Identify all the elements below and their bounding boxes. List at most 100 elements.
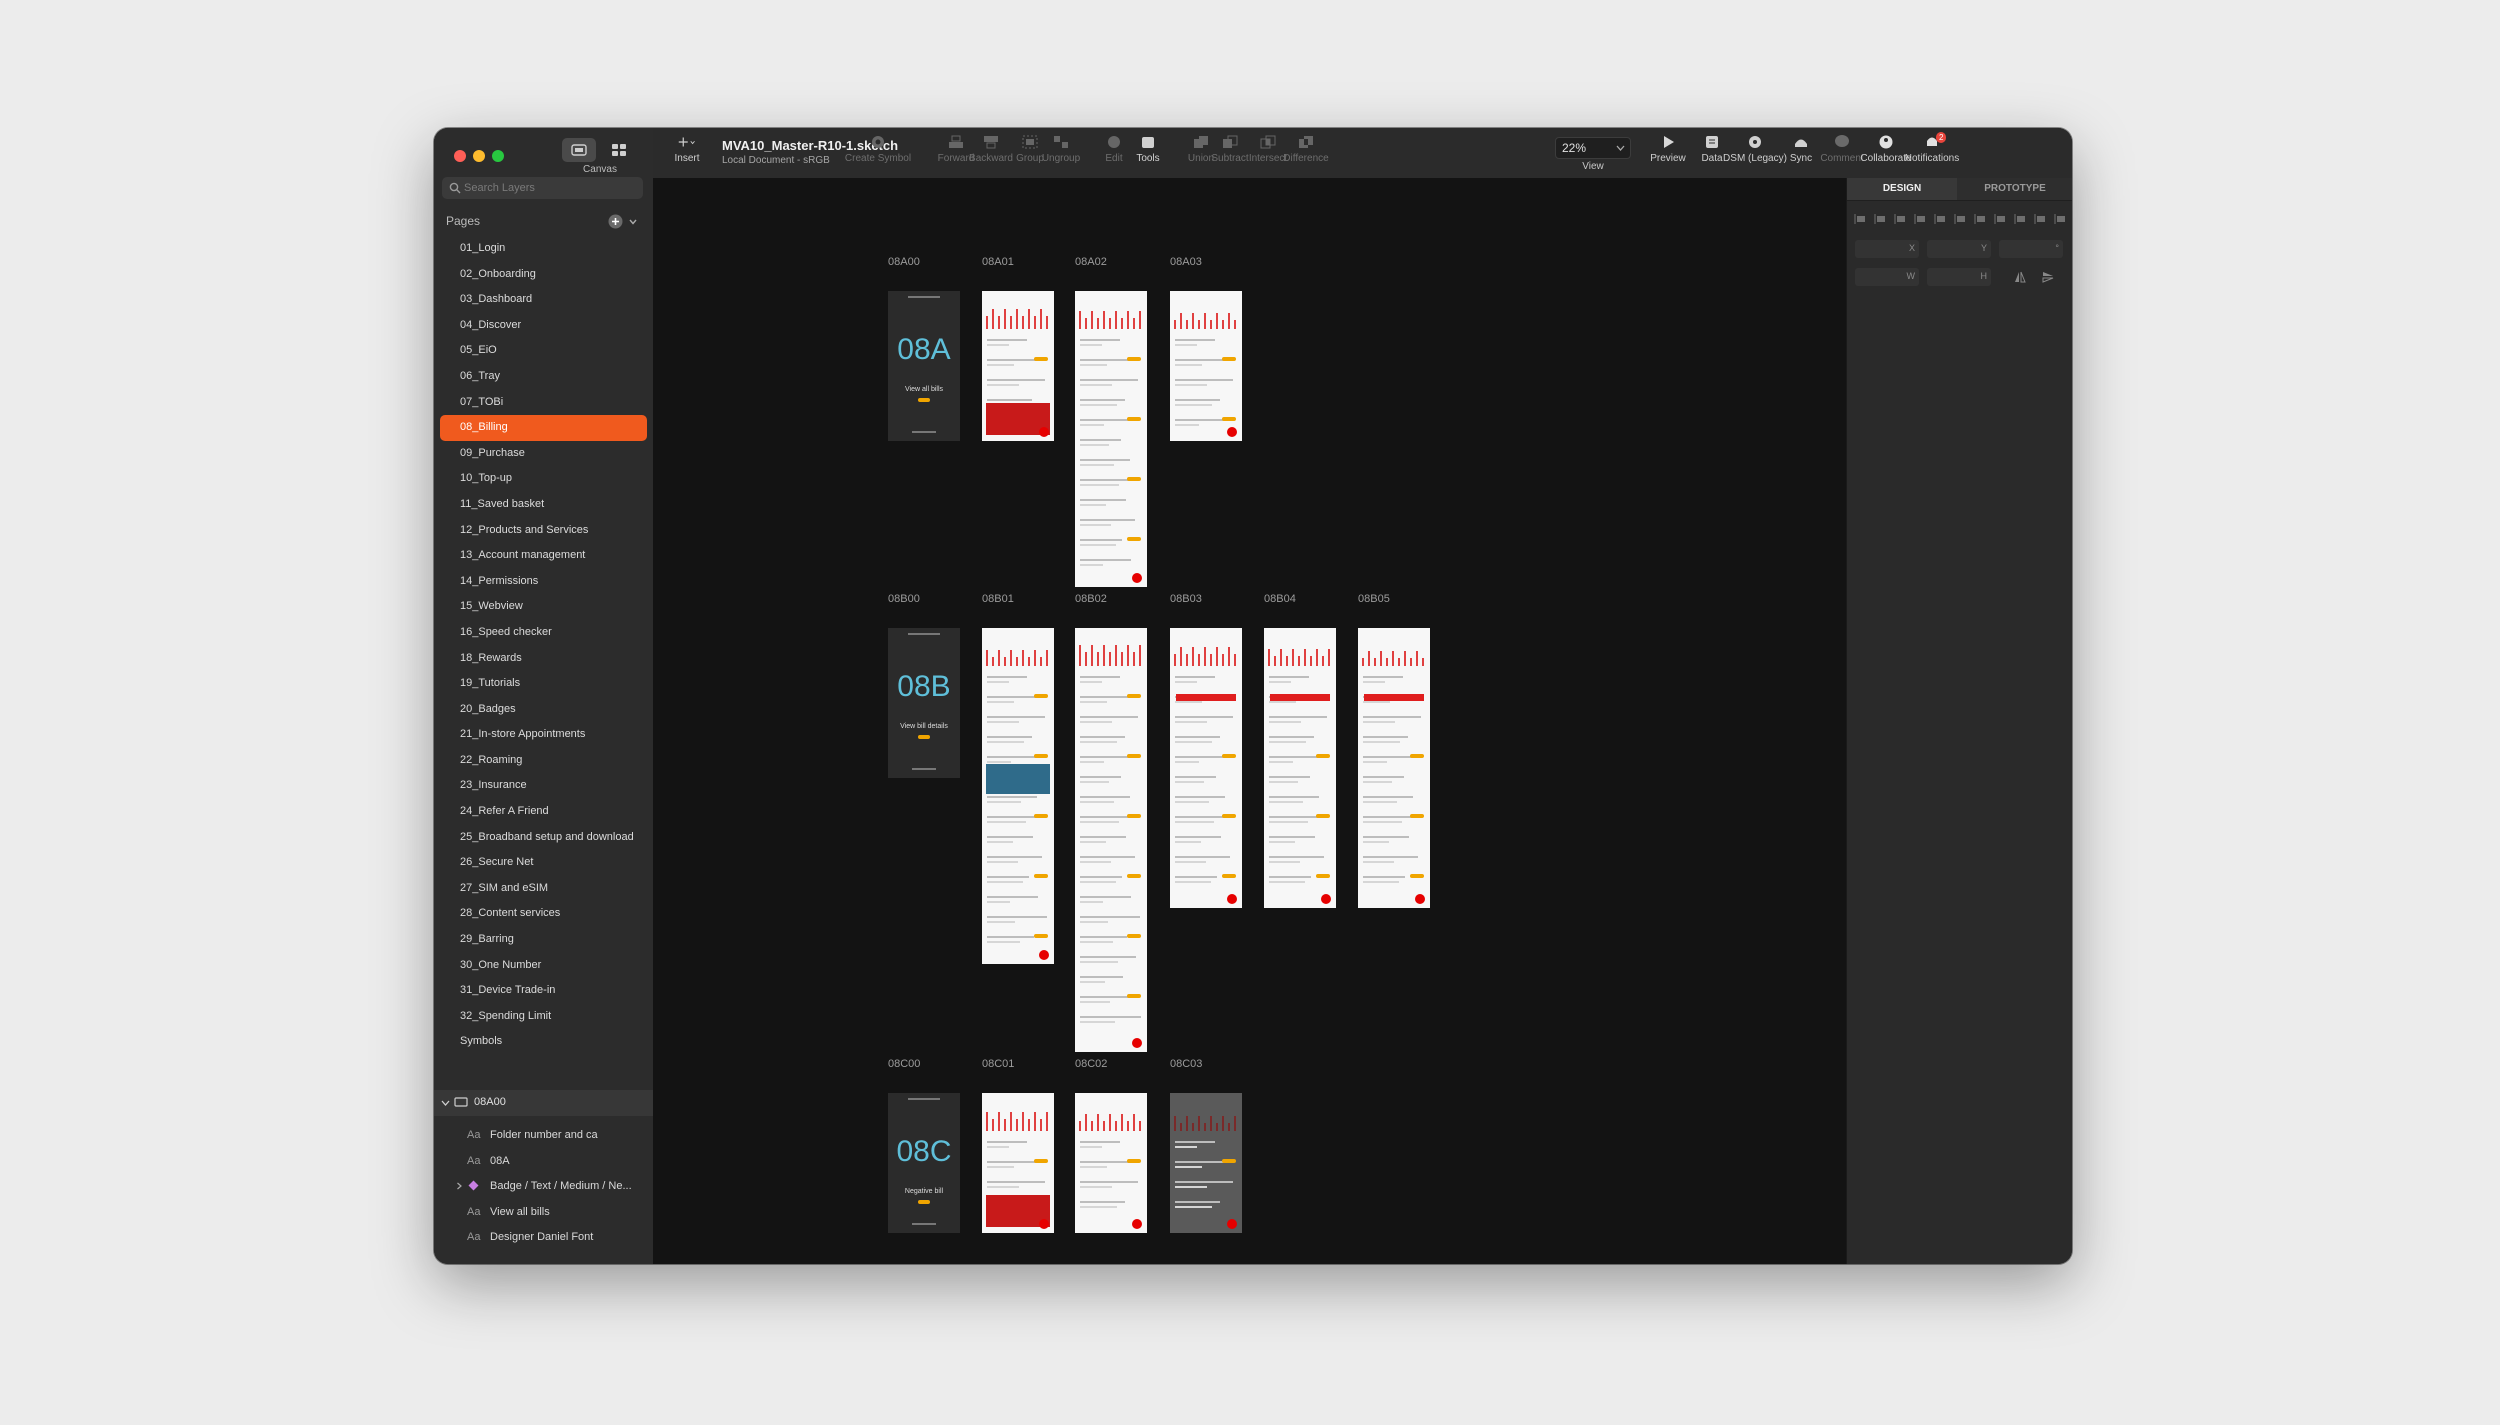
page-item[interactable]: 12_Products and Services (440, 518, 647, 544)
h-field[interactable]: H (1927, 268, 1991, 286)
search-layers-input[interactable]: Search Layers (442, 177, 643, 199)
page-item[interactable]: 13_Account management (440, 543, 647, 569)
artboard-label[interactable]: 08A02 (1075, 256, 1107, 268)
layers-artboard-header[interactable]: 08A00 (434, 1090, 653, 1116)
page-item[interactable]: 28_Content services (440, 901, 647, 927)
align-icon[interactable] (1873, 212, 1887, 226)
align-icon[interactable] (1993, 212, 2007, 226)
y-field[interactable]: Y (1927, 240, 1991, 258)
layer-row[interactable]: Aa Designer Daniel Font (434, 1226, 653, 1250)
insert-button[interactable]: Insert (667, 134, 707, 164)
page-item[interactable]: 10_Top-up (440, 466, 647, 492)
add-page-icon[interactable] (608, 214, 623, 229)
create-symbol-button[interactable]: Create Symbol (842, 134, 914, 164)
page-item[interactable]: 19_Tutorials (440, 671, 647, 697)
close-window-button[interactable] (454, 150, 466, 162)
canvas-toggle[interactable]: Canvas (562, 138, 646, 178)
artboard-label[interactable]: 08B01 (982, 593, 1014, 605)
align-icon[interactable] (2053, 212, 2067, 226)
w-field[interactable]: W (1855, 268, 1919, 286)
align-icon[interactable] (1893, 212, 1907, 226)
page-item[interactable]: 20_Badges (440, 697, 647, 723)
zoom-window-button[interactable] (492, 150, 504, 162)
artboard[interactable] (1264, 628, 1336, 908)
align-icon[interactable] (1853, 212, 1867, 226)
artboard-label[interactable]: 08A00 (888, 256, 920, 268)
flip-horizontal-icon[interactable] (2013, 270, 2027, 284)
tab-design[interactable]: DESIGN (1847, 178, 1957, 200)
page-item[interactable]: 03_Dashboard (440, 287, 647, 313)
layer-row[interactable]: Aa 08A (434, 1150, 653, 1174)
artboard[interactable]: 08C Negative bill (888, 1093, 960, 1233)
artboard[interactable] (1170, 628, 1242, 908)
notifications-button[interactable]: 2 Notifications (1900, 132, 1964, 164)
artboard-label[interactable]: 08B02 (1075, 593, 1107, 605)
page-item[interactable]: 32_Spending Limit (440, 1004, 647, 1030)
page-item[interactable]: 21_In-store Appointments (440, 722, 647, 748)
artboard-label[interactable]: 08C01 (982, 1058, 1014, 1070)
page-item[interactable]: 25_Broadband setup and download (440, 825, 647, 851)
artboard[interactable] (982, 291, 1054, 441)
page-item[interactable]: Symbols (440, 1029, 647, 1055)
page-item[interactable]: 08_Billing (440, 415, 647, 441)
artboard-label[interactable]: 08C03 (1170, 1058, 1202, 1070)
artboard[interactable] (1358, 628, 1430, 908)
artboard-label[interactable]: 08B04 (1264, 593, 1296, 605)
page-item[interactable]: 24_Refer A Friend (440, 799, 647, 825)
artboard[interactable] (1075, 1093, 1147, 1233)
align-icon[interactable] (2033, 212, 2047, 226)
align-icon[interactable] (1953, 212, 1967, 226)
page-item[interactable]: 29_Barring (440, 927, 647, 953)
page-item[interactable]: 06_Tray (440, 364, 647, 390)
chevron-down-icon[interactable] (441, 1099, 450, 1108)
artboard-label[interactable]: 08A03 (1170, 256, 1202, 268)
chevron-down-icon[interactable] (628, 217, 638, 227)
page-item[interactable]: 26_Secure Net (440, 850, 647, 876)
page-item[interactable]: 01_Login (440, 236, 647, 262)
page-item[interactable]: 02_Onboarding (440, 262, 647, 288)
page-item[interactable]: 09_Purchase (440, 441, 647, 467)
artboard-label[interactable]: 08B00 (888, 593, 920, 605)
page-item[interactable]: 22_Roaming (440, 748, 647, 774)
page-item[interactable]: 23_Insurance (440, 773, 647, 799)
page-item[interactable]: 27_SIM and eSIM (440, 876, 647, 902)
flip-vertical-icon[interactable] (2041, 270, 2055, 284)
rotation-field[interactable]: ° (1999, 240, 2063, 258)
artboard-label[interactable]: 08C02 (1075, 1058, 1107, 1070)
artboard[interactable]: 08A View all bills (888, 291, 960, 441)
tab-prototype[interactable]: PROTOTYPE (1960, 178, 2070, 200)
page-item[interactable]: 07_TOBi (440, 390, 647, 416)
artboard[interactable] (982, 1093, 1054, 1233)
artboard[interactable]: 08B View bill details (888, 628, 960, 778)
artboard[interactable] (1170, 1093, 1242, 1233)
artboard[interactable] (1075, 291, 1147, 587)
canvas[interactable]: 08A00 08A View all bills 08A01 08A02 08A03 08B… (653, 178, 1853, 1264)
dsm-legacy-button[interactable]: DSM (Legacy) (1719, 134, 1791, 164)
ungroup-button[interactable]: Ungroup (1037, 134, 1085, 164)
page-item[interactable]: 18_Rewards (440, 646, 647, 672)
page-item[interactable]: 14_Permissions (440, 569, 647, 595)
difference-button[interactable]: Difference (1278, 134, 1334, 164)
x-field[interactable]: X (1855, 240, 1919, 258)
page-item[interactable]: 15_Webview (440, 594, 647, 620)
preview-button[interactable]: Preview (1648, 134, 1688, 164)
layer-row[interactable]: Aa View all bills (434, 1201, 653, 1225)
layer-row[interactable]: Badge / Text / Medium / Ne... (434, 1175, 653, 1199)
sync-button[interactable]: Sync (1786, 134, 1816, 164)
page-item[interactable]: 04_Discover (440, 313, 647, 339)
align-icon[interactable] (2013, 212, 2027, 226)
align-icon[interactable] (1913, 212, 1927, 226)
layer-row[interactable]: Aa Folder number and ca (434, 1124, 653, 1148)
minimize-window-button[interactable] (473, 150, 485, 162)
grid-view-button[interactable] (602, 138, 636, 162)
tools-button[interactable]: Tools (1128, 134, 1168, 164)
page-item[interactable]: 05_EiO (440, 338, 647, 364)
canvas-view-button[interactable] (562, 138, 596, 162)
chevron-right-icon[interactable] (456, 1182, 463, 1190)
artboard-label[interactable]: 08B03 (1170, 593, 1202, 605)
artboard-label[interactable]: 08A01 (982, 256, 1014, 268)
artboard[interactable] (1170, 291, 1242, 441)
artboard[interactable] (1075, 628, 1147, 1052)
align-icon[interactable] (1973, 212, 1987, 226)
artboard[interactable] (982, 628, 1054, 964)
